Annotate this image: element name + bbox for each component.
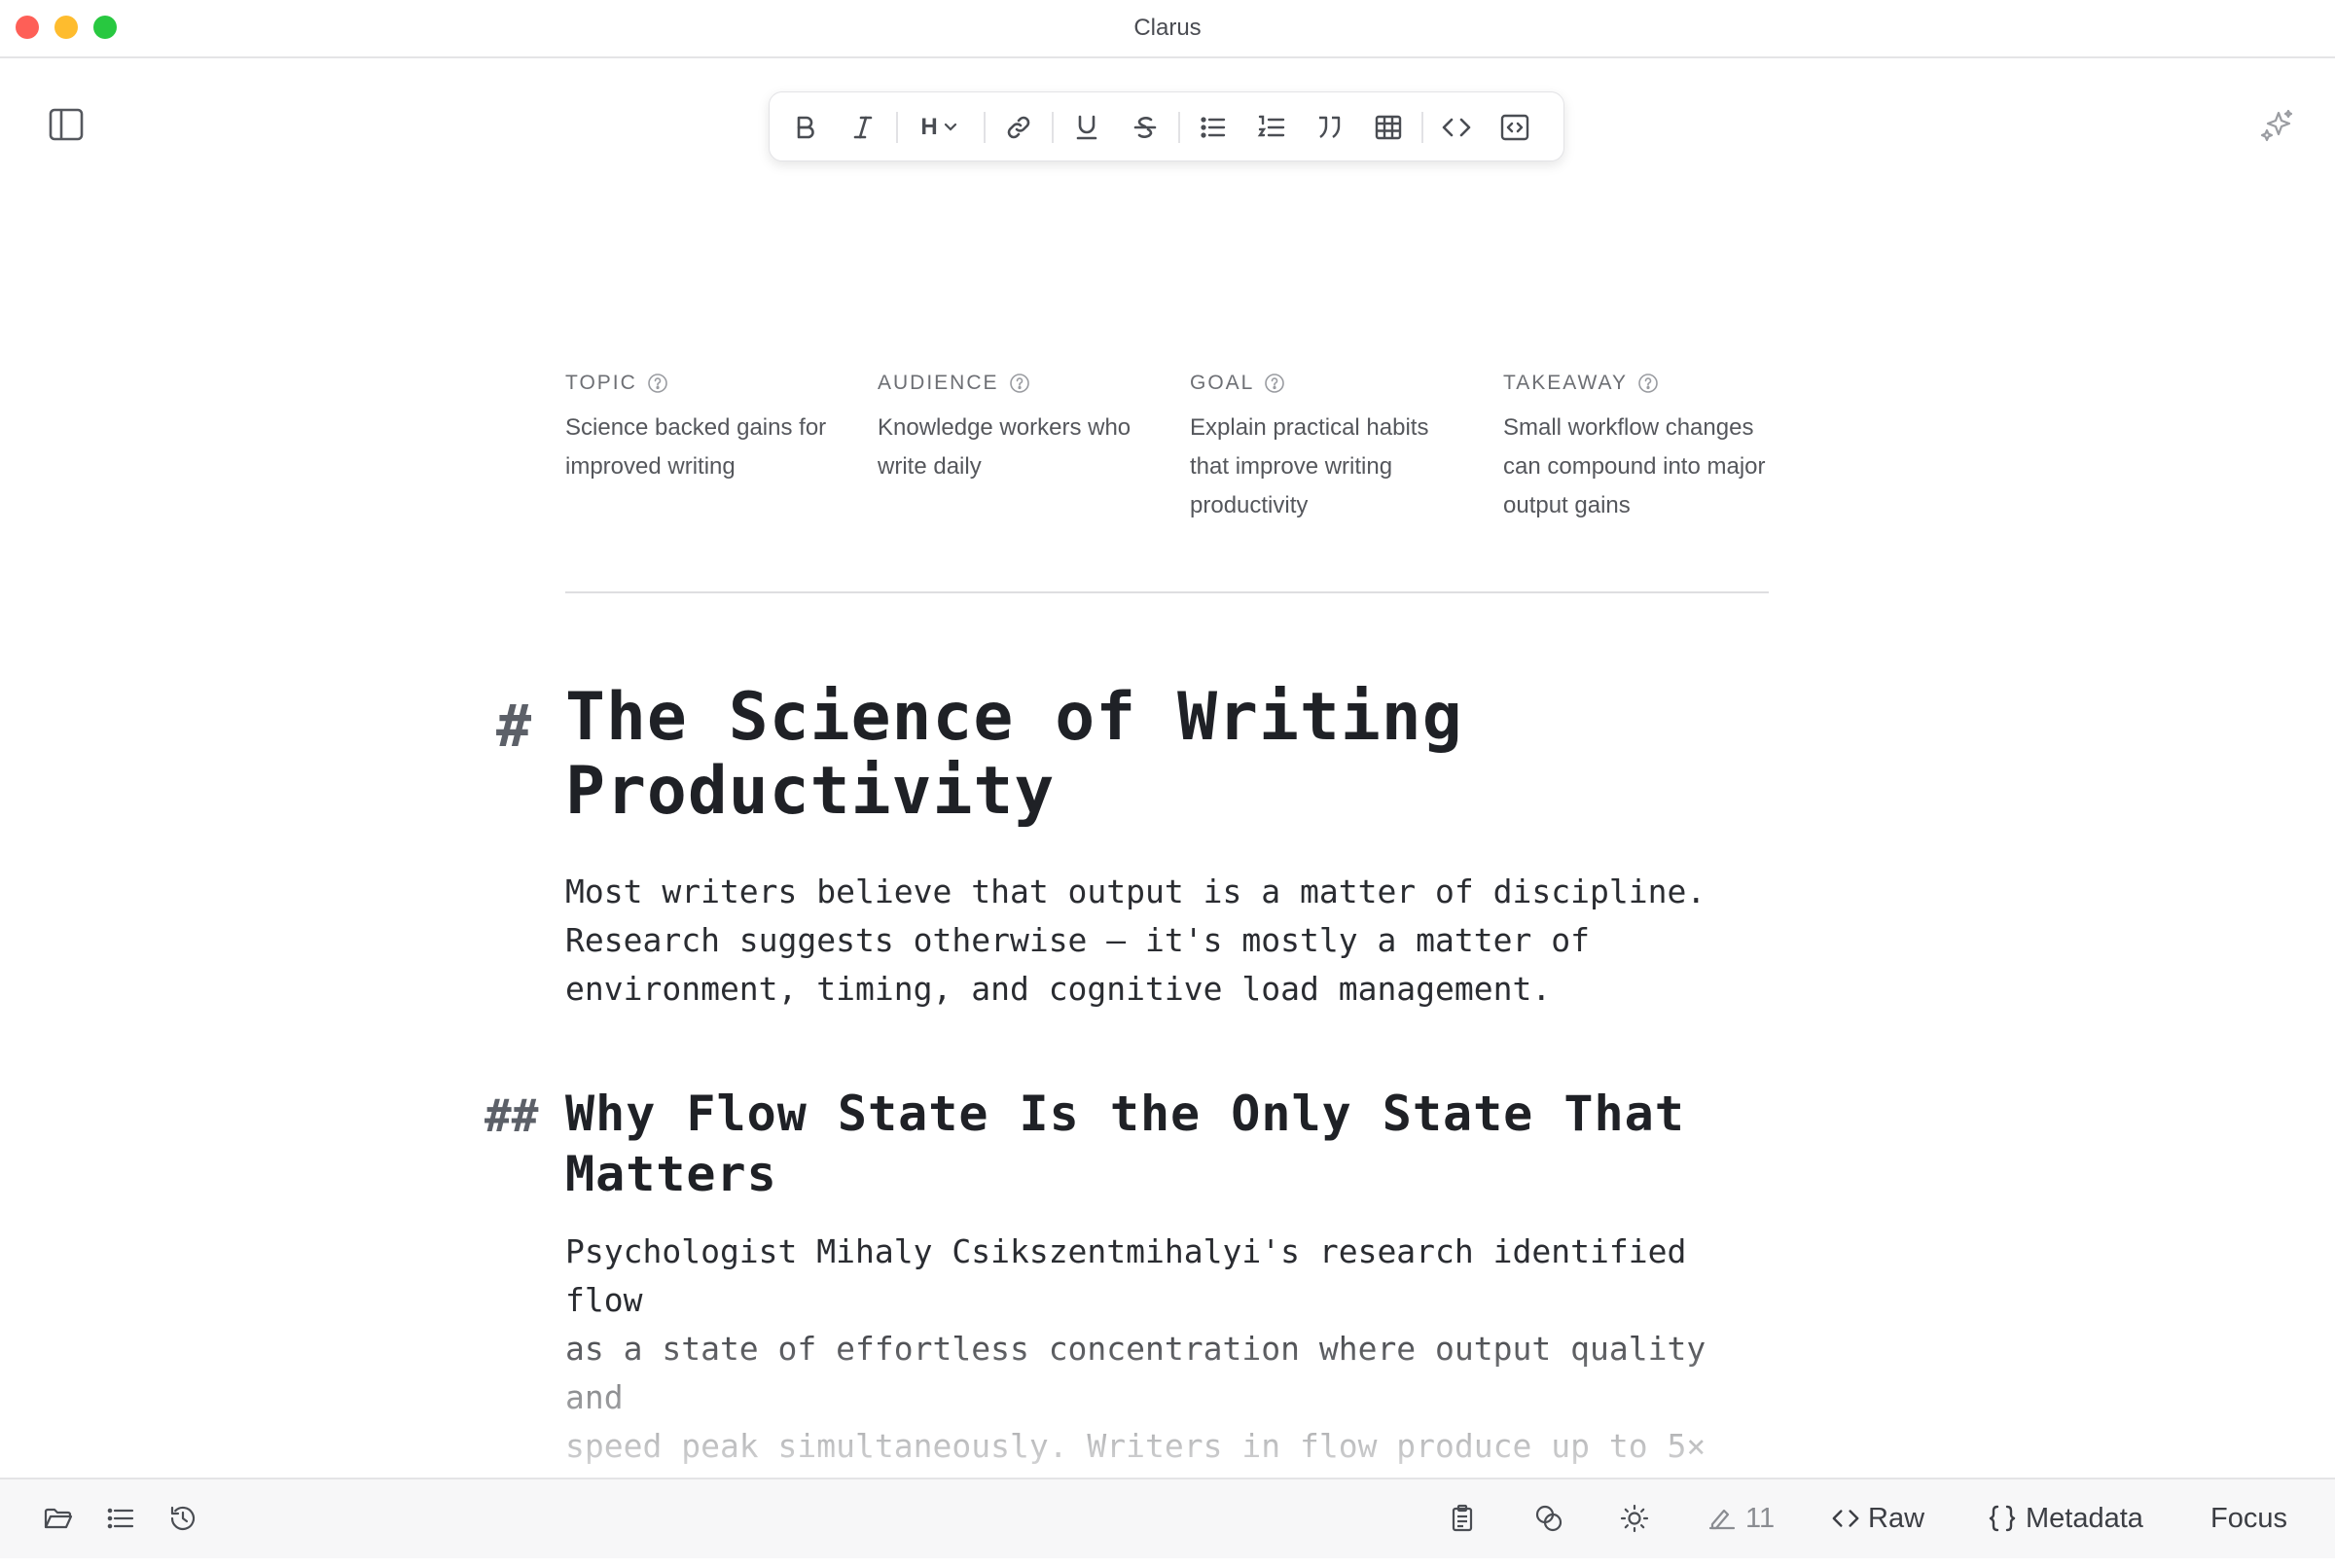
meta-audience-value[interactable]: Knowledge workers who write daily [878, 409, 1140, 486]
strikethrough-button[interactable] [1126, 108, 1165, 147]
meta-topic: TOPIC Science backed gains for improved … [565, 368, 828, 486]
bullet-list-icon [1201, 117, 1226, 138]
folder-icon [44, 1508, 73, 1529]
help-icon[interactable] [1637, 373, 1659, 394]
metadata-button[interactable]: Metadata [1987, 1501, 2143, 1536]
outline-icon [107, 1508, 134, 1529]
braces-icon [1989, 1505, 2016, 1532]
link-icon [1007, 116, 1030, 139]
help-icon[interactable] [1264, 373, 1285, 394]
toolbar-separator [984, 112, 986, 143]
heading-label: H [920, 114, 938, 140]
table-button[interactable] [1369, 108, 1408, 147]
document-title[interactable]: The Science of Writing Productivity [565, 681, 1538, 829]
code-icon [1442, 118, 1471, 137]
formatting-toolbar: H [769, 91, 1564, 161]
meta-takeaway-label: TAKEAWAY [1503, 372, 1629, 394]
raw-label: Raw [1868, 1502, 1925, 1534]
coins-button[interactable] [1531, 1501, 1566, 1536]
numbered-list-icon [1257, 115, 1285, 137]
table-icon [1375, 115, 1402, 140]
meta-goal-label: GOAL [1190, 372, 1255, 394]
signature-icon [1708, 1509, 1736, 1530]
toolbar-separator [896, 112, 898, 143]
metadata-label: Metadata [2026, 1502, 2143, 1534]
help-icon[interactable] [647, 373, 668, 394]
bold-icon [797, 116, 814, 139]
italic-button[interactable] [844, 108, 882, 147]
theme-button[interactable] [1617, 1501, 1652, 1536]
meta-audience-label: AUDIENCE [878, 372, 999, 394]
numbered-list-button[interactable] [1252, 108, 1291, 147]
quote-icon [1319, 116, 1341, 138]
sidebar-icon [49, 108, 84, 141]
strikethrough-icon [1133, 117, 1157, 138]
code-block-icon [1500, 114, 1529, 141]
heading-dropdown[interactable]: H [912, 108, 968, 147]
title-bar: Clarus [0, 0, 2335, 58]
meta-topic-value[interactable]: Science backed gains for improved writin… [565, 409, 828, 486]
edit-count-value: 11 [1745, 1502, 1776, 1534]
history-icon [170, 1506, 196, 1531]
outline-button[interactable] [103, 1501, 138, 1536]
help-icon[interactable] [1009, 373, 1030, 394]
h2-marker: ## [485, 1089, 539, 1142]
toolbar-separator [1178, 112, 1180, 143]
sidebar-toggle-button[interactable] [47, 105, 86, 144]
link-button[interactable] [999, 108, 1038, 147]
underline-icon [1076, 115, 1097, 140]
intro-paragraph[interactable]: Most writers believe that output is a ma… [565, 868, 1772, 1014]
bottom-bar: 11 Raw Metadata Focus [0, 1478, 2335, 1558]
ai-assist-button[interactable] [2259, 107, 2296, 144]
window-title: Clarus [1133, 15, 1202, 41]
code-button[interactable] [1437, 108, 1476, 147]
edit-count[interactable]: 11 [1706, 1501, 1775, 1536]
underline-button[interactable] [1067, 108, 1106, 147]
meta-goal: GOAL Explain practical habits that impro… [1190, 368, 1453, 525]
h1-marker: # [496, 693, 532, 761]
toolbar-separator [1052, 112, 1054, 143]
clipboard-button[interactable] [1445, 1501, 1480, 1536]
meta-audience: AUDIENCE Knowledge workers who write dai… [878, 368, 1140, 486]
open-folder-button[interactable] [41, 1501, 76, 1536]
brightness-icon [1620, 1504, 1649, 1533]
coins-icon [1535, 1505, 1563, 1532]
clipboard-icon [1452, 1504, 1473, 1532]
bold-button[interactable] [785, 108, 824, 147]
meta-takeaway-value[interactable]: Small workflow changes can compound into… [1503, 409, 1766, 525]
chevron-down-icon [944, 123, 956, 131]
code-icon [1832, 1510, 1859, 1527]
toolbar-separator [1421, 112, 1423, 143]
metadata-divider [565, 591, 1769, 593]
focus-label: Focus [2210, 1502, 2287, 1534]
section-heading[interactable]: Why Flow State Is the Only State That Ma… [565, 1084, 1733, 1204]
quote-button[interactable] [1311, 108, 1349, 147]
code-block-button[interactable] [1495, 108, 1534, 147]
italic-icon [853, 116, 873, 139]
meta-topic-label: TOPIC [565, 372, 637, 394]
sparkle-icon [2260, 109, 2293, 142]
meta-goal-value[interactable]: Explain practical habits that improve wr… [1190, 409, 1453, 525]
bullet-list-button[interactable] [1194, 108, 1233, 147]
raw-mode-button[interactable]: Raw [1831, 1501, 1924, 1536]
meta-takeaway: TAKEAWAY Small workflow changes can comp… [1503, 368, 1766, 525]
history-button[interactable] [165, 1501, 200, 1536]
focus-button[interactable]: Focus [2210, 1501, 2287, 1536]
